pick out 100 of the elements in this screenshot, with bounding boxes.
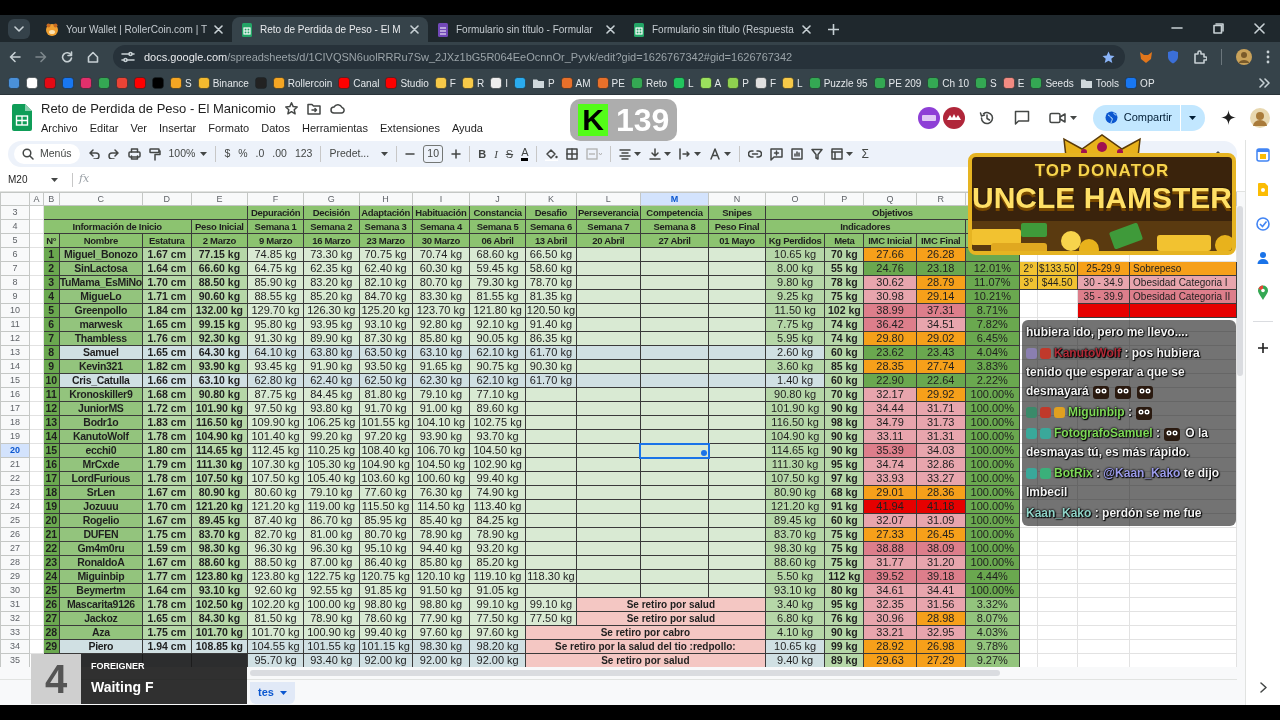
increase-decimals-button[interactable]: .00 [272,146,287,162]
star-icon[interactable] [284,102,298,116]
bookmark-link[interactable]: Binance [212,75,249,91]
column-letter[interactable]: L [576,192,641,206]
browser-tab[interactable]: Reto de Perdida de Peso - El M [232,17,428,42]
bookmark-link[interactable]: Seeds [1045,75,1074,91]
menu-item[interactable]: Extensiones [380,119,440,136]
address-bar[interactable]: docs.google.com/spreadsheets/d/1CIVQSN6uolRRRu7Sw_2JXz1bG5R064EeOcnnOr_Pyvk/edit?gid=1626767342#gid=1626767342 [113,45,1125,69]
vertical-align-dropdown[interactable] [649,148,672,160]
bookmark-link[interactable]: S [185,75,192,91]
menu-item[interactable]: Herramientas [301,119,368,136]
close-icon[interactable] [802,25,811,34]
column-letter[interactable]: N [708,192,766,206]
comment-icon[interactable] [1013,110,1030,125]
vertical-scrollbar[interactable] [1237,192,1245,705]
bookmark-link[interactable]: A [714,75,722,91]
close-icon[interactable] [410,25,419,34]
bookmark-link[interactable]: L [797,75,803,91]
chart-icon[interactable] [791,148,804,160]
column-letter[interactable]: D [142,192,192,206]
text-rotate-dropdown[interactable] [709,148,732,160]
contacts-icon[interactable] [1257,251,1269,265]
menu-item[interactable]: Ayuda [451,119,483,136]
forward-icon[interactable] [35,51,47,63]
bookmark-link[interactable]: F [769,75,777,91]
home-icon[interactable] [87,51,99,63]
fox-extension-icon[interactable] [1139,50,1153,64]
bookmark-link[interactable]: P [547,75,555,91]
filter-icon[interactable] [811,148,824,160]
column-letter[interactable]: G [303,192,360,206]
filter-views-dropdown[interactable] [831,148,854,160]
column-letter[interactable]: M [640,192,709,206]
undo-icon[interactable] [87,149,100,159]
name-box[interactable]: M20 [0,172,66,187]
fill-color-icon[interactable] [545,147,559,161]
bookmark-link[interactable]: E [1017,75,1025,91]
profile-avatar-icon[interactable] [1236,49,1252,65]
share-button[interactable]: Compartir [1092,104,1205,131]
bookmark-link[interactable]: Puzzle 95 [823,75,868,91]
redo-icon[interactable] [107,149,120,159]
bookmark-link[interactable]: S [990,75,997,91]
menu-item[interactable]: Datos [261,119,290,136]
bookmark-link[interactable]: OP [1140,75,1155,91]
more-bookmarks-icon[interactable] [1259,78,1270,88]
tasks-icon[interactable] [1256,217,1270,231]
print-icon[interactable] [127,148,141,160]
bookmark-link[interactable]: Ch 10 [942,75,970,91]
browser-tab[interactable]: Formulario sin título (Respuesta [624,17,820,42]
font-dropdown[interactable]: Predet... [329,146,389,162]
video-call-button[interactable] [1048,111,1077,124]
menu-search-field[interactable]: Menús [14,144,80,164]
sparkle-icon[interactable] [1221,110,1236,125]
plus-icon[interactable] [1257,342,1269,354]
bookmark-link[interactable]: Canal [353,75,380,91]
font-size-field[interactable]: 10 [423,145,444,163]
paint-format-icon[interactable] [148,147,161,161]
collaborator-avatar-icon[interactable] [917,106,940,129]
bookmark-link[interactable]: I [505,75,508,91]
bookmark-link[interactable]: Rollercoin [287,75,333,91]
column-letter[interactable]: R [916,192,965,206]
account-avatar-icon[interactable] [1250,107,1270,128]
column-letter[interactable]: Q [863,192,917,206]
bookmark-icon[interactable] [513,77,526,89]
close-icon[interactable] [1254,23,1265,34]
menu-item[interactable]: Editar [89,119,119,136]
merge-cells-icon[interactable] [586,148,603,160]
align-dropdown[interactable] [619,148,642,160]
extensions-icon[interactable] [1193,50,1207,64]
zoom-dropdown[interactable]: 100% [168,146,208,162]
more-icon[interactable] [1266,50,1270,64]
bold-button[interactable]: B [478,145,487,163]
maximize-icon[interactable] [1213,23,1224,34]
bookmark-link[interactable]: Reto [645,75,668,91]
bookmark-icon[interactable] [26,77,38,89]
add-comment-icon[interactable] [770,147,784,161]
move-to-folder-icon[interactable] [306,102,321,115]
link-icon[interactable] [748,150,763,158]
browser-tab[interactable]: Your Wallet | RollerCoin.com | T [36,17,232,42]
bookmark-link[interactable]: Studio [400,75,429,91]
cloud-icon[interactable] [329,103,345,115]
bookmark-star-icon[interactable] [1102,50,1115,64]
bookmark-link[interactable]: L [688,75,694,91]
close-icon[interactable] [606,25,615,34]
column-letter[interactable]: O [765,192,825,206]
maps-pin-icon[interactable] [1257,285,1269,301]
plus-icon[interactable] [451,149,462,159]
column-letter[interactable]: C [59,192,143,206]
horizontal-scrollbar[interactable] [250,670,1000,676]
close-icon[interactable] [214,25,223,34]
column-letter[interactable]: F [247,192,304,206]
functions-button[interactable]: Σ [861,145,869,163]
browser-tab[interactable]: Formulario sin título - Formular [428,17,624,42]
tune-icon[interactable] [121,51,135,63]
menu-item[interactable]: Ver [130,119,147,136]
column-letter[interactable]: P [825,192,864,206]
menu-item[interactable]: Insertar [158,119,197,136]
fill-handle[interactable] [701,450,708,456]
bookmark-link[interactable]: PE 209 [888,75,922,91]
column-letter[interactable]: K [525,192,577,206]
sheet-tab[interactable]: tes [250,681,295,704]
